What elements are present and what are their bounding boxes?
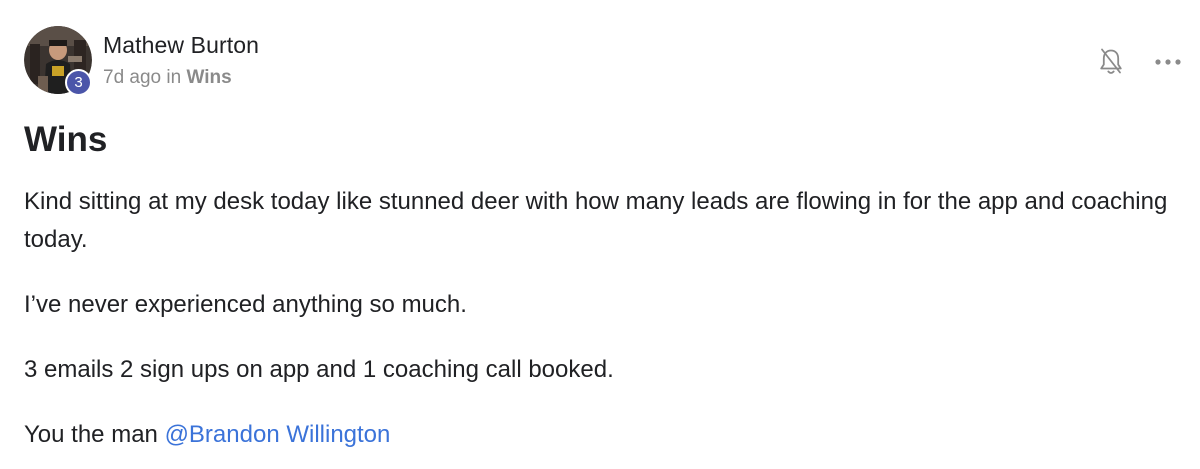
post-card: 3 Mathew Burton 7d ago in Wins Wins Kind… bbox=[0, 0, 1200, 469]
author-name[interactable]: Mathew Burton bbox=[103, 31, 259, 59]
post-header: 3 Mathew Burton 7d ago in Wins bbox=[24, 26, 259, 96]
post-actions bbox=[1093, 44, 1186, 80]
post-category-link[interactable]: Wins bbox=[186, 67, 231, 88]
post-paragraph: 3 emails 2 sign ups on app and 1 coachin… bbox=[24, 356, 614, 383]
bell-off-icon bbox=[1100, 48, 1122, 74]
post-title: Wins bbox=[24, 120, 108, 159]
post-subline: 7d ago in Wins bbox=[103, 66, 259, 90]
post-time: 7d ago in bbox=[103, 67, 182, 88]
closing-text: You the man bbox=[24, 421, 165, 448]
post-body: Kind sitting at my desk today like stunn… bbox=[24, 183, 1174, 469]
more-options-button[interactable] bbox=[1150, 44, 1186, 80]
level-badge: 3 bbox=[65, 69, 92, 96]
post-paragraph: I’ve never experienced anything so much. bbox=[24, 291, 467, 318]
user-mention-link[interactable]: @Brandon Willington bbox=[165, 421, 391, 448]
author-avatar-wrapper[interactable]: 3 bbox=[24, 26, 92, 96]
more-horizontal-icon bbox=[1155, 59, 1181, 65]
post-meta: Mathew Burton 7d ago in Wins bbox=[103, 26, 259, 90]
post-paragraph: Kind sitting at my desk today like stunn… bbox=[24, 188, 1168, 253]
post-paragraph-closing: You the man @Brandon Willington bbox=[24, 416, 1174, 454]
notification-toggle-button[interactable] bbox=[1093, 44, 1129, 80]
